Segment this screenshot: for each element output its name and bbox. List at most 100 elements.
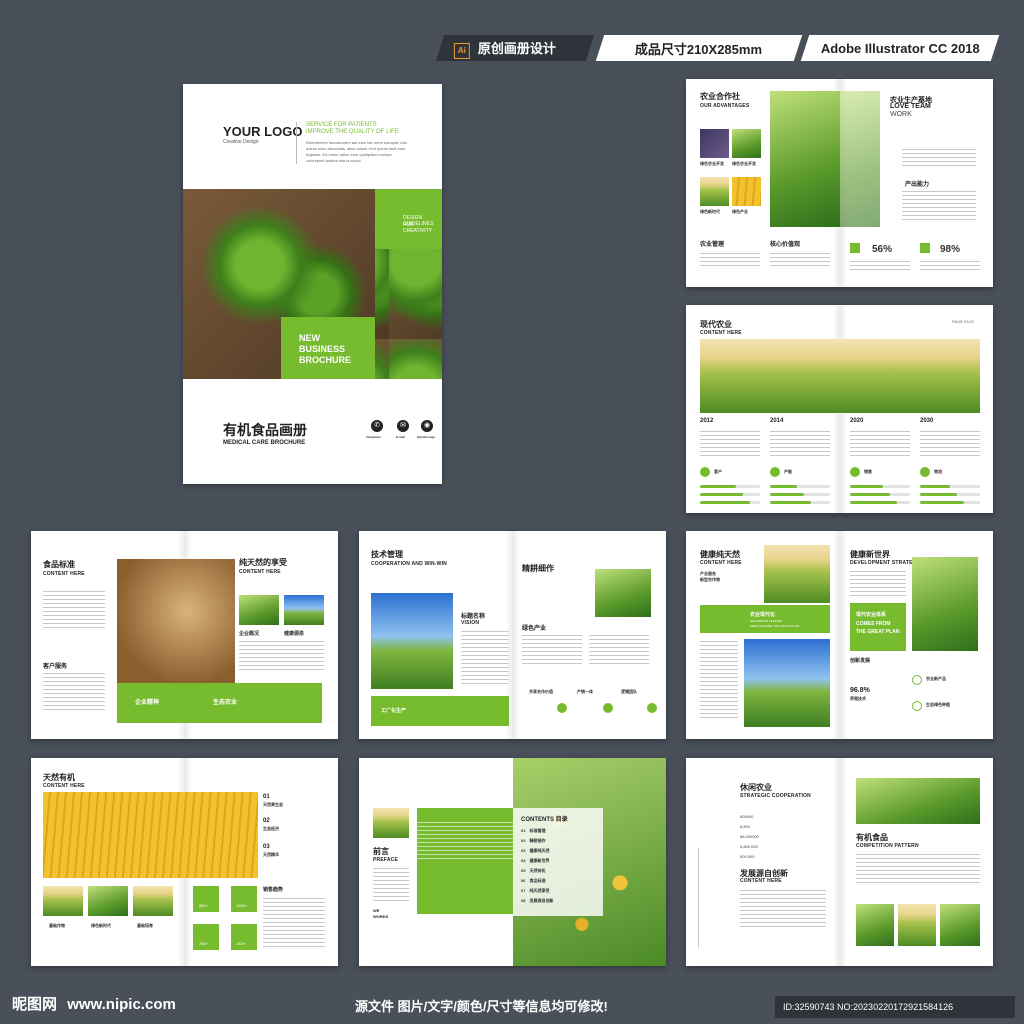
- footer-site-url[interactable]: www.nipic.com: [67, 996, 176, 1013]
- s5-pct: 96.8%: [850, 687, 870, 694]
- s7-toc-num: 04: [521, 858, 526, 863]
- s1-grid-3: 绿色新时代: [700, 209, 720, 214]
- s6-tile-1: 850+: [193, 886, 219, 912]
- s2-bar: [700, 493, 744, 496]
- s7-toc-text: 食品标准: [529, 878, 546, 883]
- s6-num-label-3: 天然精华: [263, 852, 279, 857]
- s1-bottom-right: 核心价值观: [770, 242, 801, 248]
- s2-year-4: 2030: [920, 418, 934, 424]
- cover-brochure-box: NEW BUSINESS BROCHURE: [281, 317, 375, 379]
- spread-natural-organic: 天然有机 CONTENT HERE 01 天然果生态 02 生态经济 03 天然…: [31, 758, 338, 966]
- s2-bar: [770, 501, 812, 504]
- cover-logo: YOUR LOGO: [223, 124, 303, 139]
- cover-logo-sub: Creative Design: [223, 139, 259, 145]
- s1-stat-2: 98%: [940, 244, 961, 255]
- cover-business: BUSINESS: [299, 344, 346, 354]
- s1-stat-1: 56%: [872, 244, 893, 255]
- cover-page: YOUR LOGO Creative Design SERVICE FOR PA…: [183, 84, 442, 484]
- s2-bar: [700, 485, 736, 488]
- s2-field-photo: [700, 339, 980, 413]
- cover-title-en: MEDICAL CARE BROCHURE: [223, 440, 306, 446]
- s4-green-industry: 绿色产业: [522, 626, 547, 632]
- s7-toc-item[interactable]: 02 精耕细作: [521, 838, 545, 844]
- s7-toc-text: 发展源自创新: [529, 898, 554, 903]
- spread-contents: 前言 PREFACE WE WORKS CONTENTS 目录 01 标准管理 02…: [359, 758, 666, 966]
- s7-toc-num: 02: [521, 838, 526, 843]
- tag-size: 成品尺寸210X285mm: [595, 35, 803, 61]
- s7-toc-item[interactable]: 04 健康新世界: [521, 858, 549, 864]
- s7-toc-item[interactable]: 06 食品标准: [521, 878, 545, 884]
- s7-toc-item[interactable]: 08 发展源自创新: [521, 898, 553, 904]
- s5-box-sub: INNOVATION LEADING: [750, 619, 783, 623]
- s5-sub: CONTENT HERE: [700, 560, 742, 566]
- s7-we: WE: [373, 908, 380, 913]
- s2-year-2: 2014: [770, 418, 784, 424]
- s7-toc-num: 08: [521, 898, 526, 903]
- s2-bar: [920, 485, 950, 488]
- s5-photo-bottom: [744, 639, 830, 727]
- s6-num-2: 02: [263, 818, 270, 824]
- cover-title-cn: 有机食品画册: [223, 422, 307, 438]
- s7-tractor-photo: [373, 808, 409, 838]
- s6-tile-1-val: 850+: [199, 903, 209, 908]
- s7-toc-item[interactable]: 05 天然有机: [521, 868, 545, 874]
- s1-photo-1: [700, 129, 729, 158]
- s3-green-2: 生态农业: [213, 700, 238, 706]
- s7-toc-panel: CONTENTS 目录 01 标准管理 02 精耕细作 03 健康纯天然 04 健康新世界 05…: [513, 808, 603, 916]
- s4-item-2: 产销一体: [577, 689, 593, 694]
- s3-grain-photo: [117, 559, 235, 689]
- s1-right-title-2: LOVE TEAM: [890, 103, 931, 110]
- s7-works: WORKS: [373, 914, 389, 919]
- s5-pct-label: 养殖技术: [850, 696, 866, 701]
- s8-dev-sub: CONTENT HERE: [740, 878, 782, 884]
- s5-right-photo: [912, 557, 978, 651]
- s7-toc-num: 01: [521, 828, 526, 833]
- s5-r2: 生态绿色种植: [926, 702, 950, 707]
- s2-bar: [770, 485, 797, 488]
- s7-toc-text: 天然有机: [529, 868, 546, 873]
- s2-stat-3: 销售: [864, 469, 872, 474]
- tag2-label: 成品尺寸210X285mm: [635, 41, 763, 57]
- s2-title: 现代农业: [700, 320, 732, 329]
- s7-toc-text: 健康新世界: [529, 858, 550, 863]
- s8-terrace-photo: [856, 778, 980, 824]
- phone-icon: ✆: [371, 420, 383, 432]
- s7-toc-item[interactable]: 03 健康纯天然: [521, 848, 549, 854]
- s4-title: 技术管理: [371, 550, 403, 559]
- s2-year-3: 2020: [850, 418, 864, 424]
- s5-green-box-3: THE GREAT PLAN: [856, 629, 900, 635]
- s6-title: 天然有机: [43, 773, 75, 782]
- s2-bar: [850, 501, 898, 504]
- s5-item-2: 新型农作物: [700, 577, 720, 582]
- s6-tile-4-val: 600+: [237, 941, 247, 946]
- s1-title: 农业合作社: [700, 92, 740, 101]
- s8-num-1: 800000: [740, 814, 754, 819]
- cover-broccoli-photo-right: [375, 249, 442, 379]
- s3-photo-b: [284, 595, 324, 625]
- s7-toc-num: 06: [521, 878, 526, 883]
- spread-technology: 技术管理 COOPERATION AND WIN-WIN 标题名称 VISION…: [359, 531, 666, 739]
- s2-page: PAGE 01/02: [952, 319, 974, 324]
- cover-new: NEW: [299, 333, 320, 343]
- s2-sub: CONTENT HERE: [700, 330, 742, 336]
- s7-toc-item[interactable]: 07 纯天然享受: [521, 888, 549, 894]
- s5-right-green-box: 现代农业体系 COMES FROM THE GREAT PLAN: [850, 603, 906, 651]
- s7-toc-num: 03: [521, 848, 526, 853]
- s6-num-3: 03: [263, 844, 270, 850]
- footer-notice: 源文件 图片/文字/颜色/尺寸等信息均可修改!: [355, 999, 608, 1014]
- cover-brochure: BROCHURE: [299, 355, 352, 365]
- s2-bar: [770, 493, 805, 496]
- s4-hill-photo: [371, 593, 453, 689]
- s6-caption-3: 基础培育: [137, 923, 153, 928]
- spread-leisure-agriculture: 休闲农业 STRATEGIC COOPERATION 800000 8,800 …: [686, 758, 993, 966]
- s7-toc-num: 05: [521, 868, 526, 873]
- s7-toc-item[interactable]: 01 标准管理: [521, 828, 545, 834]
- s7-toc-text: 精耕细作: [529, 838, 546, 843]
- contact-label-1: Telephone: [366, 435, 381, 439]
- s4-sub: COOPERATION AND WIN-WIN: [371, 561, 447, 567]
- s8-num-2: 8,800: [740, 824, 751, 829]
- s7-preface-en: PREFACE: [373, 857, 399, 863]
- s8-right-title: 有机食品: [856, 833, 888, 842]
- s7-toc-num: 07: [521, 888, 526, 893]
- s8-right-sub: COMPETITION PATTERN: [856, 843, 919, 849]
